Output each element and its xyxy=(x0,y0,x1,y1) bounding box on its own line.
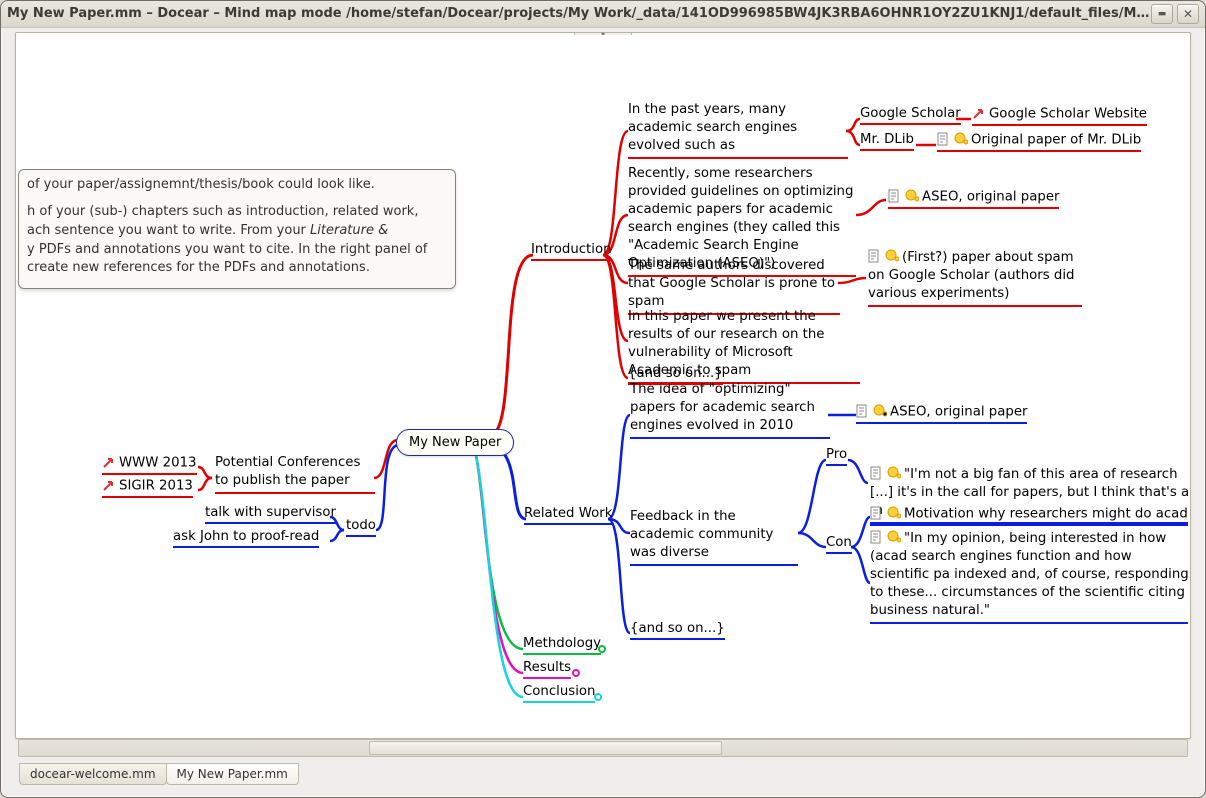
idea-icon xyxy=(905,189,919,204)
title-bar[interactable]: My New Paper.mm – Docear – Mind map mode… xyxy=(1,1,1205,28)
desc-line: create new references for the PDFs and a… xyxy=(27,259,447,278)
idea-icon xyxy=(885,248,899,266)
intro-subitem[interactable]: Mr. DLib xyxy=(860,132,914,151)
application-body: of your paper/assignemnt/thesis/book cou… xyxy=(5,28,1201,793)
related-item[interactable]: The idea of "optimizing" papers for acad… xyxy=(630,381,830,439)
section-methodology[interactable]: Methdology xyxy=(523,636,601,655)
annotation-icon xyxy=(868,248,882,266)
idea-icon xyxy=(887,506,901,521)
related-ref[interactable]: ASEO, original paper xyxy=(856,404,1027,424)
mindmap-panel: of your paper/assignemnt/thesis/book cou… xyxy=(15,32,1191,739)
idea-icon xyxy=(873,404,887,419)
section-related-work[interactable]: Related Work xyxy=(524,506,612,525)
section-results[interactable]: Results xyxy=(523,660,571,679)
annotation-icon xyxy=(856,404,870,419)
intro-ref[interactable]: (First?) paper about spam on Google Scho… xyxy=(868,248,1082,307)
annotation-icon xyxy=(888,189,902,204)
left-todo-item[interactable]: talk with supervisor xyxy=(205,505,336,524)
related-quote[interactable]: "In my opinion, being interested in how … xyxy=(870,529,1188,624)
tab-docear-welcome[interactable]: docear-welcome.mm xyxy=(19,763,167,785)
desc-line: h of your (sub-) chapters such as introd… xyxy=(27,203,447,222)
related-item[interactable]: Feedback in the academic community was d… xyxy=(630,508,798,566)
window-title: My New Paper.mm – Docear – Mind map mode… xyxy=(7,1,1151,27)
intro-item[interactable]: The same authors discovered that Google … xyxy=(628,257,840,315)
scrollbar-thumb[interactable] xyxy=(369,741,721,755)
horizontal-scrollbar[interactable] xyxy=(18,739,1188,757)
annotation-icon xyxy=(870,465,884,483)
tab-bar: docear-welcome.mm My New Paper.mm xyxy=(19,763,1187,785)
link-arrow-icon xyxy=(102,455,116,470)
idea-icon xyxy=(954,132,968,147)
intro-ref[interactable]: ASEO, original paper xyxy=(888,189,1059,209)
root-node[interactable]: My New Paper xyxy=(396,429,514,456)
left-todo[interactable]: todo xyxy=(346,518,376,537)
window-buttons xyxy=(1151,4,1199,24)
description-tooltip: of your paper/assignemnt/thesis/book cou… xyxy=(18,169,456,289)
annotation-icon xyxy=(870,529,884,547)
left-conf-item[interactable]: WWW 2013 xyxy=(102,455,197,475)
idea-icon xyxy=(887,465,901,483)
related-quote[interactable]: Motivation why researchers might do acad… xyxy=(870,506,1188,526)
related-pro[interactable]: Pro xyxy=(826,447,847,466)
idea-icon xyxy=(887,529,901,547)
intro-item[interactable]: In the past years, many academic search … xyxy=(628,101,848,159)
intro-ref[interactable]: Google Scholar Website xyxy=(972,106,1147,126)
mindmap-canvas[interactable]: of your paper/assignemnt/thesis/book cou… xyxy=(18,35,1188,736)
desc-line: of your paper/assignemnt/thesis/book cou… xyxy=(27,176,447,195)
close-button[interactable] xyxy=(1177,4,1199,24)
left-conf[interactable]: Potential Conferences to publish the pap… xyxy=(215,454,375,494)
left-todo-item[interactable]: ask John to proof-read xyxy=(173,529,319,548)
intro-ref[interactable]: Original paper of Mr. DLib xyxy=(937,132,1141,152)
tab-my-new-paper[interactable]: My New Paper.mm xyxy=(166,763,299,785)
window-frame: My New Paper.mm – Docear – Mind map mode… xyxy=(0,0,1206,798)
desc-line: y PDFs and annotations you want to cite.… xyxy=(27,241,447,260)
minimize-button[interactable] xyxy=(1151,4,1173,24)
link-arrow-icon xyxy=(102,478,116,493)
desc-line: ach sentence you want to write. From you… xyxy=(27,222,447,241)
related-con[interactable]: Con xyxy=(826,535,852,554)
section-introduction[interactable]: Introduction xyxy=(531,242,612,261)
related-item[interactable]: {and so on...} xyxy=(630,621,725,640)
link-arrow-icon xyxy=(972,106,986,121)
section-conclusion[interactable]: Conclusion xyxy=(523,684,595,703)
annotation-icon xyxy=(870,506,884,521)
intro-subitem[interactable]: Google Scholar xyxy=(860,106,961,125)
left-conf-item[interactable]: SIGIR 2013 xyxy=(102,478,193,498)
annotation-icon xyxy=(937,132,951,147)
